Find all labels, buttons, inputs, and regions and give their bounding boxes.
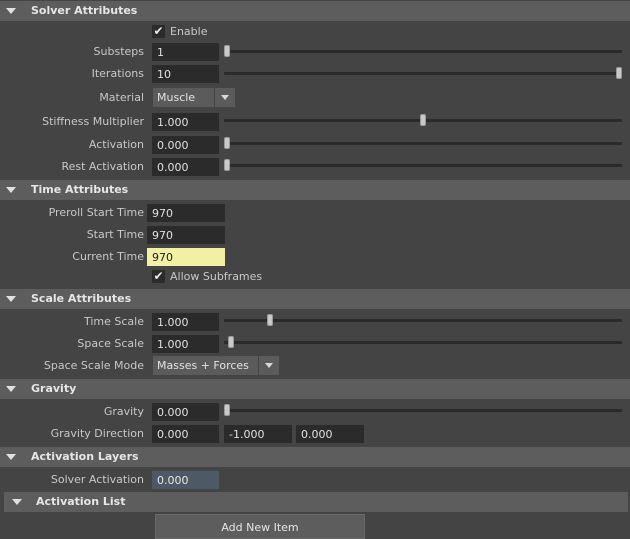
enable-checkbox[interactable]: ✔ [152, 25, 165, 38]
activation-slider-handle[interactable] [224, 137, 230, 149]
section-title: Solver Attributes [31, 4, 138, 17]
section-title: Activation Layers [31, 450, 139, 463]
section-title: Time Attributes [31, 183, 129, 196]
time-scale-slider-track[interactable] [224, 319, 622, 322]
activation-field[interactable]: 0.000 [152, 136, 219, 154]
solver-activation-label: Solver Activation [50, 473, 144, 486]
start-time-label: Start Time [86, 228, 144, 241]
gravity-slider-handle[interactable] [224, 404, 230, 416]
current-time-field[interactable]: 970 [147, 248, 225, 266]
preroll-start-time-label: Preroll Start Time [48, 206, 144, 219]
activation-slider-track[interactable] [224, 142, 622, 145]
section-header-gravity[interactable]: Gravity [0, 379, 630, 399]
checkmark-icon: ✔ [153, 269, 164, 283]
start-time-field[interactable]: 970 [147, 226, 225, 244]
section-title: Gravity [31, 382, 77, 395]
iterations-slider-handle[interactable] [616, 67, 622, 79]
collapse-triangle-icon [6, 187, 16, 193]
material-value: Muscle [157, 91, 196, 104]
stiffness-multiplier-field[interactable]: 1.000 [152, 113, 219, 131]
gravity-direction-z-field[interactable]: 0.000 [296, 425, 364, 443]
collapse-triangle-icon [6, 296, 16, 302]
chevron-down-icon [221, 95, 229, 100]
substeps-label: Substeps [93, 45, 144, 58]
section-header-activation-list[interactable]: Activation List [4, 492, 628, 512]
iterations-label: Iterations [91, 67, 144, 80]
time-scale-label: Time Scale [83, 315, 144, 328]
solver-activation-field[interactable]: 0.000 [152, 471, 219, 489]
space-scale-mode-label: Space Scale Mode [43, 359, 144, 372]
add-new-item-button[interactable]: Add New Item [155, 514, 365, 539]
time-scale-field[interactable]: 1.000 [152, 313, 219, 331]
collapse-triangle-icon [12, 499, 22, 505]
section-header-scale-attributes[interactable]: Scale Attributes [0, 289, 630, 309]
gravity-field[interactable]: 0.000 [152, 403, 219, 421]
allow-subframes-checkbox[interactable]: ✔ [152, 270, 165, 283]
time-scale-slider-handle[interactable] [267, 314, 274, 326]
space-scale-field[interactable]: 1.000 [152, 335, 219, 353]
collapse-triangle-icon [6, 386, 16, 392]
chevron-down-icon [265, 363, 273, 368]
material-dropdown-button[interactable] [214, 88, 235, 107]
preroll-start-time-field[interactable]: 970 [147, 204, 225, 222]
checkmark-icon: ✔ [153, 24, 164, 38]
space-scale-mode-value: Masses + Forces [157, 359, 249, 372]
space-scale-label: Space Scale [77, 337, 144, 350]
gravity-label: Gravity [103, 405, 144, 418]
stiffness-slider-handle[interactable] [420, 114, 426, 126]
current-time-label: Current Time [72, 250, 144, 263]
material-label: Material [99, 91, 144, 104]
rest-activation-label: Rest Activation [61, 160, 144, 173]
allow-subframes-label: Allow Subframes [170, 270, 263, 283]
space-scale-mode-dropdown[interactable]: Masses + Forces [153, 356, 279, 375]
rest-activation-slider-handle[interactable] [224, 159, 230, 171]
section-title: Activation List [36, 495, 126, 508]
enable-label: Enable [170, 25, 208, 38]
space-scale-mode-dropdown-button[interactable] [258, 356, 279, 375]
section-header-solver-attributes[interactable]: Solver Attributes [0, 1, 630, 21]
stiffness-multiplier-label: Stiffness Multiplier [42, 115, 144, 128]
section-header-activation-layers[interactable]: Activation Layers [0, 447, 630, 467]
rest-activation-slider-track[interactable] [224, 164, 622, 167]
collapse-triangle-icon [6, 454, 16, 460]
gravity-direction-y-field[interactable]: -1.000 [224, 425, 292, 443]
activation-label: Activation [88, 138, 144, 151]
substeps-slider-handle[interactable] [224, 45, 230, 57]
iterations-field[interactable]: 10 [152, 65, 219, 83]
space-scale-slider-handle[interactable] [227, 336, 234, 348]
gravity-slider-track[interactable] [224, 409, 622, 412]
section-header-time-attributes[interactable]: Time Attributes [0, 180, 630, 200]
substeps-field[interactable]: 1 [152, 43, 219, 61]
substeps-slider-track[interactable] [224, 50, 622, 53]
rest-activation-field[interactable]: 0.000 [152, 158, 219, 176]
section-title: Scale Attributes [31, 292, 132, 305]
gravity-direction-label: Gravity Direction [50, 427, 144, 440]
space-scale-slider-track[interactable] [224, 341, 622, 344]
collapse-triangle-icon [6, 8, 16, 14]
material-dropdown[interactable]: Muscle [153, 88, 235, 107]
gravity-direction-x-field[interactable]: 0.000 [152, 425, 219, 443]
iterations-slider-track[interactable] [224, 72, 622, 75]
